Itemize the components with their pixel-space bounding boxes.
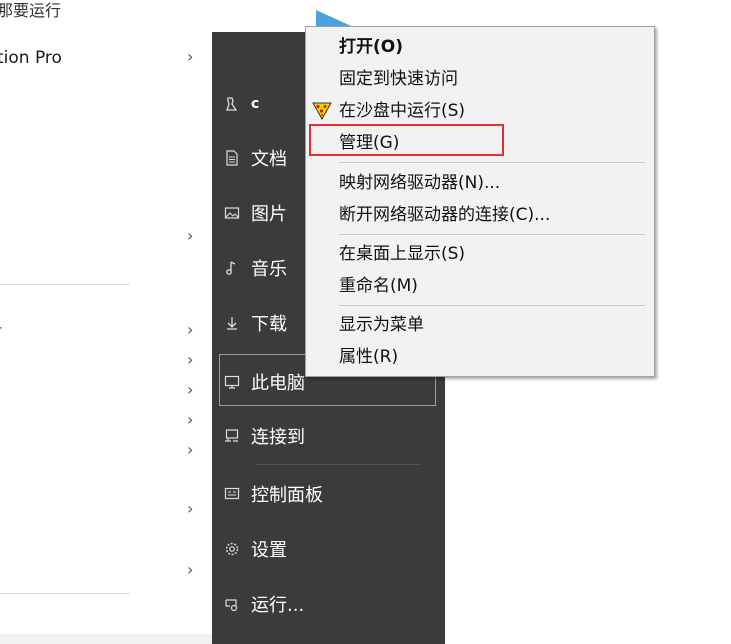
menu-item-show-on-desktop[interactable]: 在桌面上显示(S) xyxy=(306,239,654,269)
context-menu: 打开(O) 固定到快速访问 在沙盘中运行(S) 管理(G) 映射网络驱动器(N)… xyxy=(305,26,655,377)
chevron-right-icon[interactable]: › xyxy=(187,49,201,65)
chevron-right-icon[interactable]: › xyxy=(187,352,201,368)
gear-icon xyxy=(222,539,242,559)
left-panel-divider xyxy=(0,593,130,594)
download-icon xyxy=(222,313,242,333)
chevron-right-icon[interactable]: › xyxy=(187,562,201,578)
menu-item-run-sandbox[interactable]: 在沙盘中运行(S) xyxy=(306,96,654,126)
chevron-right-icon[interactable]: › xyxy=(187,228,201,244)
menu-item-label: 在桌面上显示(S) xyxy=(339,244,466,264)
left-panel-footer xyxy=(0,634,212,644)
menu-item-map-network-drive[interactable]: 映射网络驱动器(N)... xyxy=(306,168,654,198)
music-icon xyxy=(222,258,242,278)
chevron-right-icon[interactable]: › xyxy=(187,412,201,428)
top-bar: 那要运行 xyxy=(0,0,731,26)
sidebar-item-label: 设置 xyxy=(251,540,287,561)
sidebar-item-label: 此电脑 xyxy=(251,373,305,394)
menu-item-rename[interactable]: 重命名(M) xyxy=(306,271,654,301)
menu-divider xyxy=(339,234,645,235)
menu-item-label: 属性(R) xyxy=(339,347,399,367)
menu-item-disconnect-network-drive[interactable]: 断开网络驱动器的连接(C)... xyxy=(306,200,654,230)
left-panel xyxy=(0,41,212,644)
menu-divider xyxy=(339,162,645,163)
manage-highlight-box xyxy=(309,124,504,156)
run-icon xyxy=(222,594,242,614)
sidebar-item-label: 图片 xyxy=(251,204,287,225)
menu-item-properties[interactable]: 属性(R) xyxy=(306,342,654,372)
chevron-right-icon[interactable]: › xyxy=(187,322,201,338)
user-icon xyxy=(222,94,242,114)
sidebar-divider xyxy=(256,464,420,465)
sidebar-item-label: c xyxy=(251,96,260,112)
sidebar-item-connect[interactable]: 连接到 xyxy=(212,416,445,456)
control-panel-icon xyxy=(222,484,242,504)
menu-item-label: 断开网络驱动器的连接(C)... xyxy=(339,205,551,225)
sidebar-item-label: 连接到 xyxy=(251,427,305,448)
computer-icon xyxy=(222,372,242,392)
chevron-right-icon[interactable]: › xyxy=(187,382,201,398)
sidebar-item-settings[interactable]: 设置 xyxy=(212,529,445,569)
menu-item-label: 在沙盘中运行(S) xyxy=(339,101,466,121)
menu-item-label: 映射网络驱动器(N)... xyxy=(339,173,501,193)
connect-icon xyxy=(222,426,242,446)
sandbox-icon xyxy=(312,100,332,121)
left-panel-partial-mark: - xyxy=(0,320,2,336)
chevron-right-icon[interactable]: › xyxy=(187,501,201,517)
sidebar-item-control-panel[interactable]: 控制面板 xyxy=(212,474,445,514)
menu-divider xyxy=(339,305,645,306)
partial-title: 那要运行 xyxy=(0,1,62,20)
menu-item-open[interactable]: 打开(O) xyxy=(306,32,654,62)
sidebar-item-label: 音乐 xyxy=(251,259,287,280)
picture-icon xyxy=(222,203,242,223)
sidebar-item-run[interactable]: 运行... xyxy=(212,584,445,624)
left-panel-divider xyxy=(0,284,130,285)
menu-item-show-as-menu[interactable]: 显示为菜单 xyxy=(306,310,654,340)
menu-item-label: 打开(O) xyxy=(339,37,403,57)
left-panel-partial-item[interactable]: tion Pro xyxy=(0,48,62,68)
document-icon xyxy=(222,148,242,168)
menu-item-label: 重命名(M) xyxy=(339,276,418,296)
sidebar-item-label: 文档 xyxy=(251,149,287,170)
sidebar-item-label: 运行... xyxy=(251,595,305,616)
menu-item-label: 显示为菜单 xyxy=(339,315,424,335)
chevron-right-icon[interactable]: › xyxy=(187,442,201,458)
sidebar-item-label: 控制面板 xyxy=(251,485,323,506)
menu-item-label: 固定到快速访问 xyxy=(339,69,458,89)
sidebar-item-label: 下载 xyxy=(251,314,287,335)
menu-item-pin-quick-access[interactable]: 固定到快速访问 xyxy=(306,64,654,94)
